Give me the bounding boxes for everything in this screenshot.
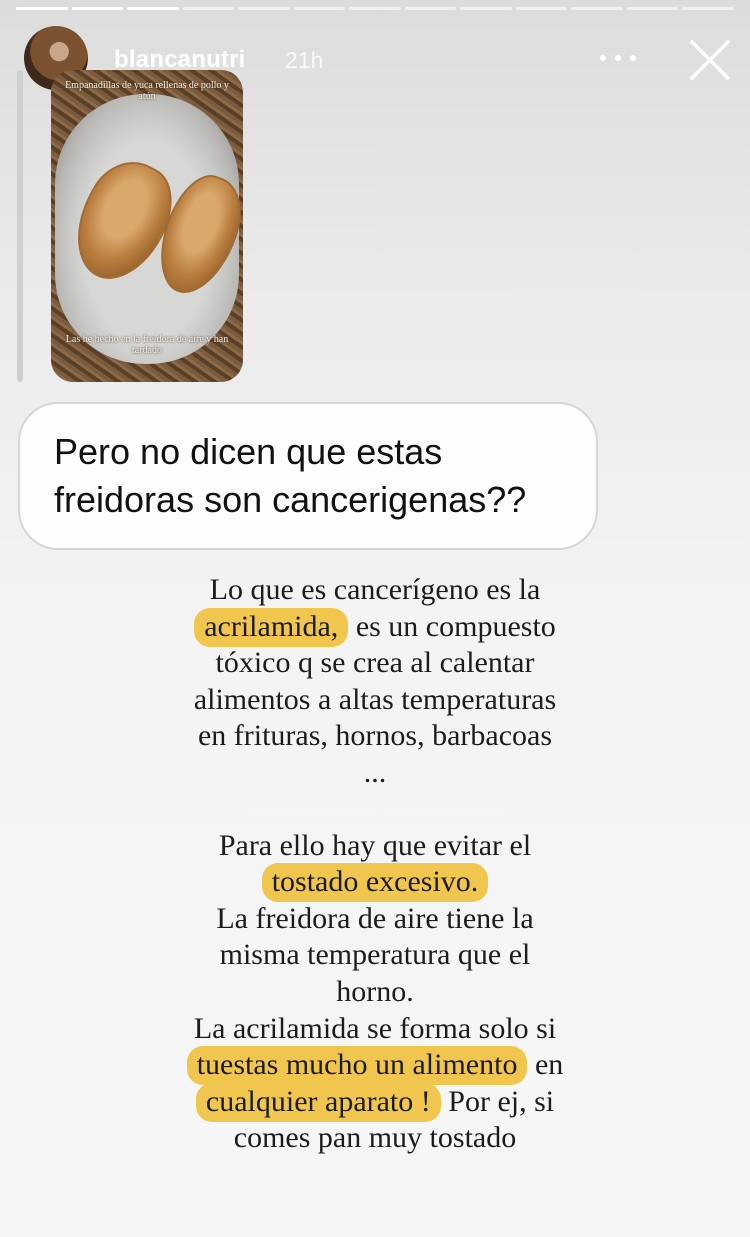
answer-line: La freidora de aire tiene la [216,901,534,935]
reply-indicator-bar [17,70,23,382]
answer-line: horno. [336,974,414,1008]
progress-segment [571,7,623,10]
question-line: Pero no dicen que estas [54,431,443,472]
highlighted-text: cualquier aparato ! [195,1082,441,1122]
answer-line: comes pan muy tostado [233,1121,517,1155]
answer-line: en frituras, hornos, barbacoas [197,719,553,753]
answer-line: tostado excesivo. [100,863,650,903]
answer-line: La acrilamida se forma solo si [193,1011,557,1045]
progress-segment [682,7,734,10]
timestamp: 21h [285,47,324,73]
highlighted-text: tuestas mucho un alimento [186,1046,528,1086]
answer-line: acrilamida, es un compuesto [100,607,650,647]
answer-text: Lo que es cancerígeno es la acrilamida, … [100,572,650,1157]
answer-line: Lo que es cancerígeno es la [209,573,541,606]
thumbnail-caption-top: Empanadillas de yuca rellenas de pollo y… [65,80,229,102]
more-options-icon[interactable] [600,46,636,70]
story-progress-bar [16,7,734,10]
question-line: freidoras son cancerigenas?? [54,479,527,520]
highlighted-text: tostado excesivo. [261,863,489,903]
progress-segment [71,7,124,10]
question-sticker: Pero no dicen que estas freidoras son ca… [18,402,598,550]
progress-segment [460,7,512,10]
highlighted-text: acrilamida, [194,607,349,647]
close-icon[interactable] [688,38,732,82]
thumbnail-caption-bottom: Las he hecho en la freidora de aire y ha… [65,334,229,356]
progress-segment [182,7,235,10]
answer-line: tóxico q se crea al calentar [215,646,535,680]
progress-segment [238,7,290,10]
answer-line: misma temperatura que el [219,938,531,972]
answer-line: alimentos a altas temperaturas [193,682,557,716]
answer-line: tuestas mucho un alimento en [100,1046,650,1086]
progress-segment [16,7,68,10]
answer-line: ... [363,755,387,789]
answer-line: cualquier aparato ! Por ej, si [100,1082,650,1122]
progress-segment [349,7,401,10]
progress-segment [626,7,679,10]
replied-story-thumbnail[interactable]: Empanadillas de yuca rellenas de pollo y… [51,70,243,382]
progress-segment [515,7,568,10]
answer-line: Para ello hay que evitar el [218,828,532,862]
progress-segment [127,7,179,10]
progress-segment [404,7,457,10]
progress-segment [293,7,346,10]
